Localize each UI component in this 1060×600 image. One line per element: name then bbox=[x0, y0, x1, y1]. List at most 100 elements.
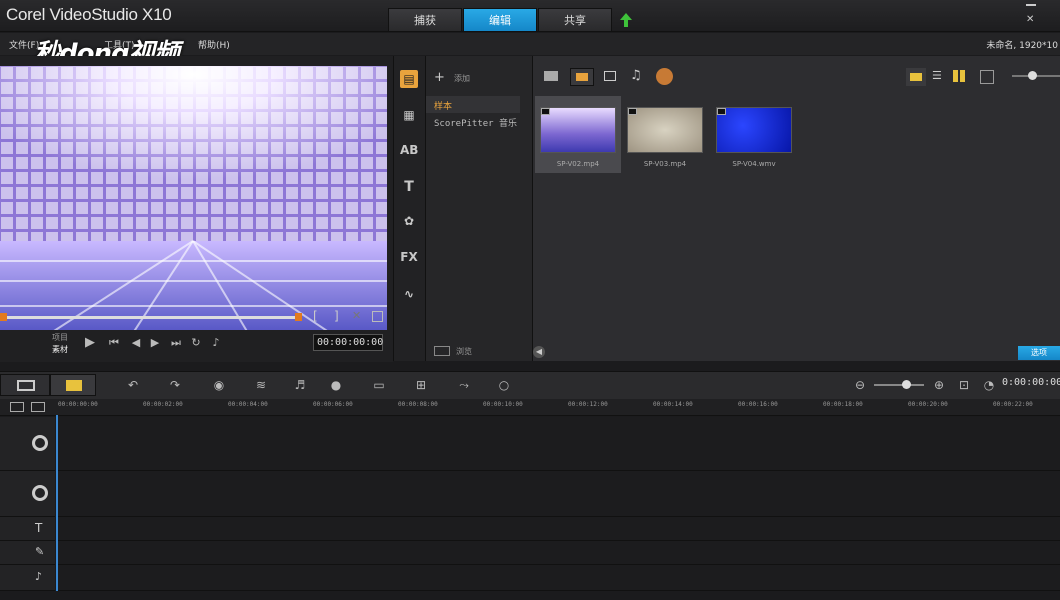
ruler-tick-label: 00:00:04:00 bbox=[228, 401, 268, 408]
ruler-tick-label: 00:00:02:00 bbox=[143, 401, 183, 408]
trim-start-handle[interactable] bbox=[0, 313, 7, 321]
graphic-icon[interactable]: ✿ bbox=[400, 212, 418, 230]
folder-scorefitter[interactable]: ScorePitter 音乐 bbox=[434, 116, 517, 129]
ruler-tick-label: 00:00:12:00 bbox=[568, 401, 608, 408]
timeline-timecode[interactable]: 0:00:00:00 bbox=[1002, 377, 1060, 393]
menu-help[interactable]: 帮助(H) bbox=[198, 38, 230, 51]
overlay-track-header[interactable] bbox=[0, 471, 55, 517]
record-capture-icon[interactable]: ◉ bbox=[210, 377, 228, 393]
mark-in-button[interactable]: [ bbox=[313, 309, 318, 323]
mode-clip-label[interactable]: 素材 bbox=[52, 344, 68, 355]
tab-edit[interactable]: 编辑 bbox=[463, 8, 537, 31]
tab-capture[interactable]: 捕获 bbox=[388, 8, 462, 31]
chapter-icon[interactable] bbox=[31, 402, 45, 412]
home-icon[interactable]: ⏮ bbox=[107, 336, 121, 350]
mask-creator-icon[interactable]: ○ bbox=[495, 377, 513, 393]
folder-icon[interactable] bbox=[544, 71, 558, 81]
title-icon[interactable]: T bbox=[400, 178, 418, 196]
thumbnail-sp-v04[interactable]: SP-V04.wmv bbox=[711, 96, 797, 173]
close-button[interactable]: ✕ bbox=[1026, 14, 1034, 25]
app-title: Corel VideoStudio X10 bbox=[6, 5, 172, 24]
mode-project-label[interactable]: 项目 bbox=[52, 332, 68, 343]
multi-camera-icon[interactable]: ⊞ bbox=[412, 377, 430, 393]
scrubber[interactable]: [ ] ✕ bbox=[0, 305, 393, 329]
redo-icon[interactable]: ↷ bbox=[166, 377, 184, 393]
video-badge-icon bbox=[717, 108, 726, 115]
undo-icon[interactable]: ↶ bbox=[124, 377, 142, 393]
thumbnail-caption: SP-V02.mp4 bbox=[556, 160, 600, 168]
zoom-in-icon[interactable]: ⊕ bbox=[930, 377, 948, 393]
show-photos-icon[interactable] bbox=[604, 71, 616, 81]
video-badge-icon bbox=[541, 108, 550, 115]
player-timecode[interactable]: 00:00:00:00 bbox=[313, 334, 383, 351]
subtitle-editor-icon[interactable]: ▭ bbox=[370, 377, 388, 393]
title-track[interactable] bbox=[56, 517, 1060, 541]
thumbnail-image bbox=[627, 107, 703, 153]
play-icon[interactable]: ▶ bbox=[83, 336, 97, 350]
timeline-icon bbox=[66, 380, 82, 391]
split-icon[interactable]: ✕ bbox=[352, 309, 361, 322]
motion-tracking-icon[interactable]: ● bbox=[327, 377, 345, 393]
music-track[interactable] bbox=[56, 565, 1060, 591]
video-badge-icon bbox=[628, 108, 637, 115]
view-grid-icon[interactable] bbox=[953, 70, 965, 82]
zoom-out-icon[interactable]: ⊖ bbox=[851, 377, 869, 393]
voice-track[interactable] bbox=[56, 541, 1060, 565]
ruler-tick-label: 00:00:22:00 bbox=[993, 401, 1033, 408]
media-icon[interactable]: ▤ bbox=[400, 70, 418, 88]
options-button[interactable]: 选项 bbox=[1018, 346, 1060, 360]
auto-music-icon[interactable]: ♬ bbox=[291, 377, 309, 393]
overlay-track[interactable] bbox=[56, 471, 1060, 517]
browse-icon[interactable] bbox=[434, 346, 450, 356]
project-info: 未命名, 1920*10 bbox=[986, 41, 1058, 51]
next-frame-icon[interactable]: ▶ bbox=[148, 336, 162, 350]
folder-sample[interactable]: 样本 bbox=[426, 96, 520, 113]
sort-icon[interactable] bbox=[980, 70, 994, 84]
ruler-tick-label: 00:00:08:00 bbox=[398, 401, 438, 408]
filter-icon[interactable]: FX bbox=[400, 248, 418, 266]
timeline-view-button[interactable] bbox=[50, 374, 96, 396]
track-manager-icon[interactable] bbox=[10, 402, 24, 412]
zoom-slider[interactable] bbox=[1012, 71, 1060, 80]
time-remapping-icon[interactable]: ⤳ bbox=[455, 377, 473, 393]
mark-out-button[interactable]: ] bbox=[334, 309, 339, 323]
instant-project-icon[interactable]: ▦ bbox=[400, 106, 418, 124]
view-thumbnails-icon[interactable] bbox=[906, 68, 926, 86]
fit-project-icon[interactable]: ⊡ bbox=[955, 377, 973, 393]
folder-label: 样本 bbox=[434, 102, 453, 112]
title-track-header[interactable]: T bbox=[0, 517, 55, 541]
thumbnail-sp-v02[interactable]: SP-V02.mp4 bbox=[535, 96, 621, 173]
voice-track-header[interactable]: ✎ bbox=[0, 541, 55, 565]
video-track[interactable] bbox=[56, 417, 1060, 471]
add-folder-label[interactable]: 添加 bbox=[454, 73, 470, 84]
repeat-icon[interactable]: ↻ bbox=[189, 336, 203, 350]
video-track-header[interactable] bbox=[0, 417, 55, 471]
show-videos-icon[interactable] bbox=[570, 68, 594, 86]
tab-share[interactable]: 共享 bbox=[538, 8, 612, 31]
library-category-strip bbox=[393, 56, 425, 361]
enlarge-icon[interactable] bbox=[372, 311, 383, 322]
storyboard-view-button[interactable] bbox=[0, 374, 50, 396]
upload-icon[interactable] bbox=[619, 12, 633, 28]
timeline-zoom-slider[interactable] bbox=[874, 380, 924, 389]
playhead[interactable] bbox=[56, 415, 58, 591]
trim-end-handle[interactable] bbox=[295, 313, 302, 321]
previous-frame-icon[interactable]: ◀ bbox=[129, 336, 143, 350]
volume-icon[interactable]: ♪ bbox=[209, 336, 223, 350]
sound-mixer-icon[interactable]: ≋ bbox=[252, 377, 270, 393]
minimize-button[interactable] bbox=[1026, 4, 1036, 6]
view-list-icon[interactable]: ☰ bbox=[932, 69, 942, 82]
show-audio-icon[interactable]: ♫ bbox=[630, 68, 642, 83]
ruler-tick-label: 00:00:20:00 bbox=[908, 401, 948, 408]
music-track-header[interactable]: ♪ bbox=[0, 565, 55, 591]
import-media-icon[interactable] bbox=[656, 68, 673, 85]
transition-icon[interactable]: AB bbox=[400, 141, 418, 159]
add-folder-button[interactable]: + bbox=[434, 70, 445, 85]
thumbnail-sp-v03[interactable]: SP-V03.mp4 bbox=[622, 96, 708, 173]
clock-icon: ◔ bbox=[983, 378, 995, 392]
path-icon[interactable]: ∿ bbox=[400, 285, 418, 303]
ruler-tick-label: 00:00:10:00 bbox=[483, 401, 523, 408]
end-icon[interactable]: ⏭ bbox=[169, 336, 183, 350]
browse-label[interactable]: 浏览 bbox=[456, 346, 472, 357]
collapse-library-button[interactable]: ◀ bbox=[533, 346, 545, 358]
